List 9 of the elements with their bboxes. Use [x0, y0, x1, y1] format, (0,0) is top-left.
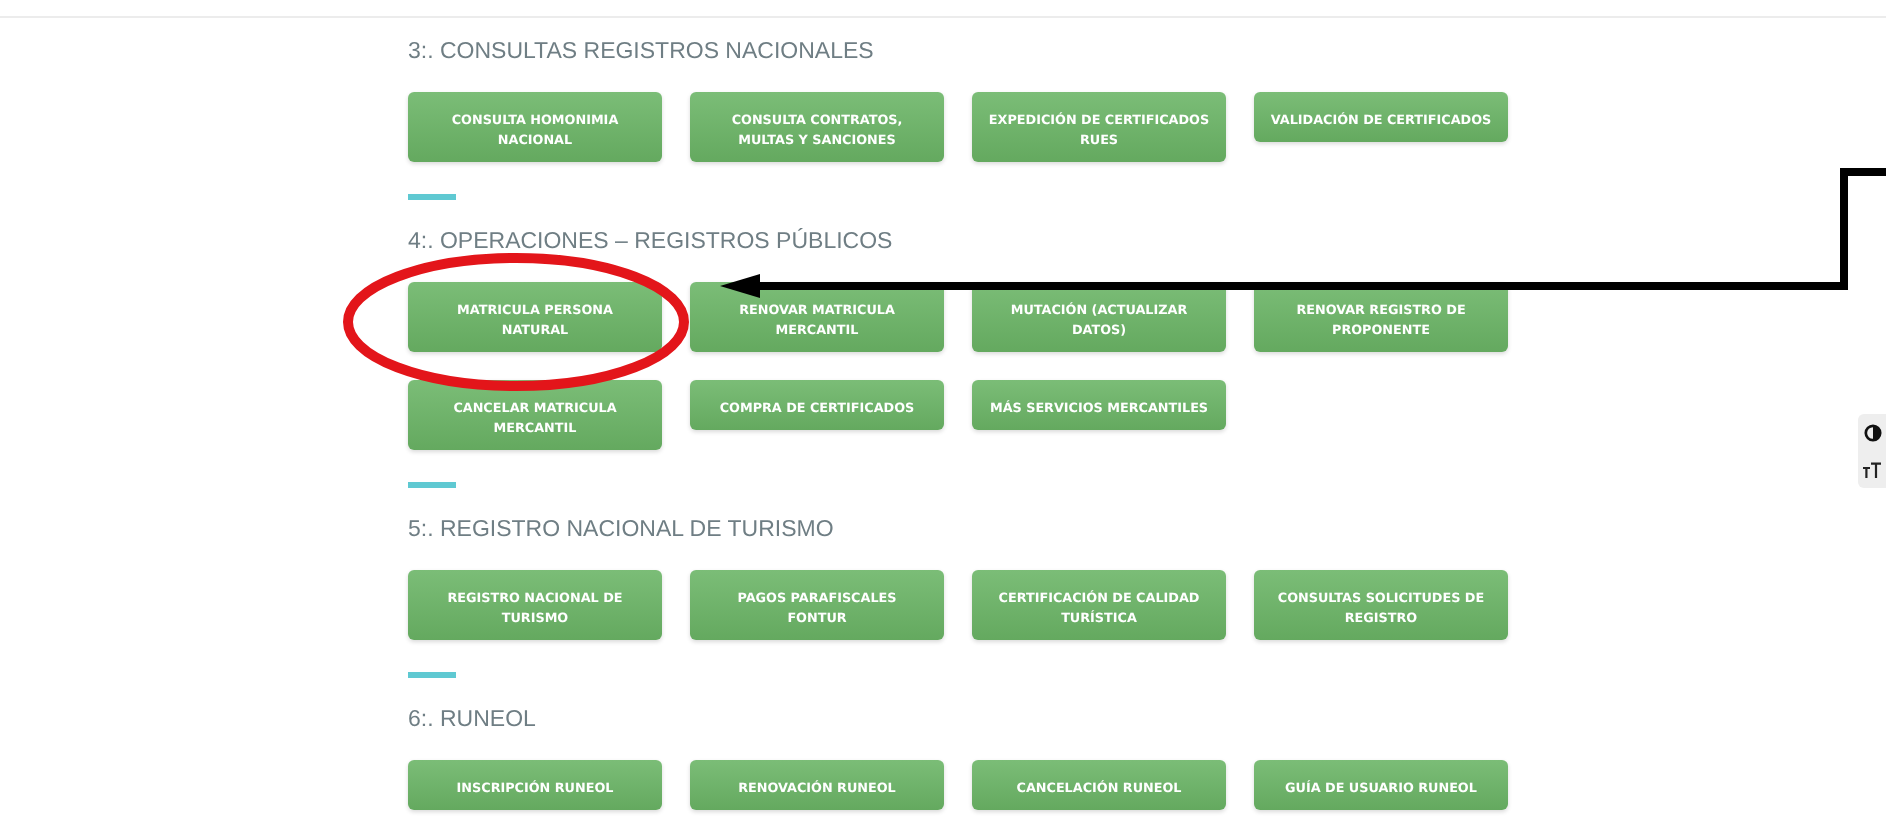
- section-title: 6:. RUNEOL: [408, 706, 538, 734]
- section-title: 5:. REGISTRO NACIONAL DE TURISMO: [408, 516, 836, 544]
- accent-line: [408, 672, 456, 678]
- section-title: 3:. CONSULTAS REGISTROS NACIONALES: [408, 38, 876, 66]
- accent-line: [408, 482, 456, 488]
- section-title: 4:. OPERACIONES – REGISTROS PÚBLICOS: [408, 228, 895, 256]
- accent-line: [408, 194, 456, 200]
- text-size-icon[interactable]: [1862, 462, 1882, 478]
- contrast-icon[interactable]: [1863, 424, 1881, 442]
